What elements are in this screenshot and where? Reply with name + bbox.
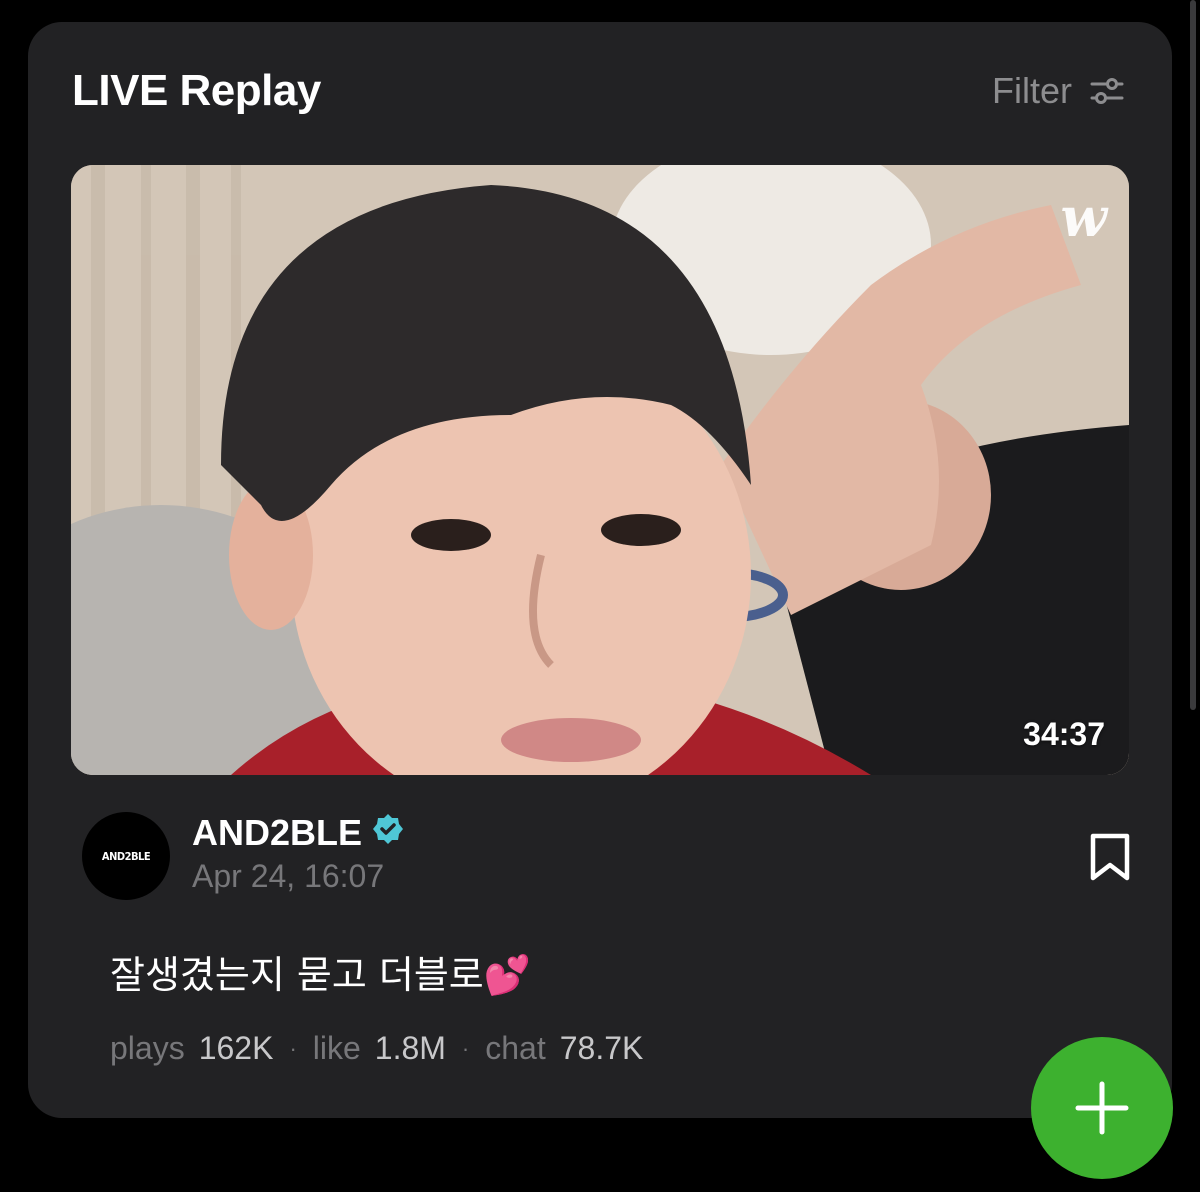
filter-button[interactable]: Filter (992, 70, 1124, 112)
chat-value: 78.7K (559, 1030, 644, 1066)
bookmark-icon (1090, 833, 1130, 881)
plus-icon (1075, 1081, 1129, 1135)
scrollbar[interactable] (1190, 0, 1196, 710)
watermark-logo: w (1060, 185, 1108, 249)
avatar-logo-text: AND2BLE (101, 849, 151, 863)
channel-avatar[interactable]: AND2BLE (82, 812, 170, 900)
video-thumbnail[interactable]: w 34:37 (71, 165, 1129, 775)
live-replay-card: LIVE Replay Filter w 34:37 AND2BLE AND2B… (28, 22, 1172, 1118)
stats-separator: · (289, 1035, 297, 1061)
thumbnail-image (71, 165, 1129, 775)
verified-badge-icon (372, 812, 404, 854)
stats-row: plays 162K · like 1.8M · chat 78.7K (110, 1030, 643, 1067)
channel-row: AND2BLE AND2BLE Apr 24, 16:07 (82, 812, 1132, 908)
post-title[interactable]: 잘생겼는지 묻고 더블로💕 (110, 944, 531, 999)
filter-label: Filter (992, 70, 1072, 111)
add-button[interactable] (1031, 1037, 1173, 1179)
like-label: like (312, 1030, 361, 1066)
channel-name-row[interactable]: AND2BLE (192, 812, 404, 854)
plays-label: plays (110, 1030, 185, 1066)
chat-label: chat (485, 1030, 546, 1066)
bookmark-button[interactable] (1088, 832, 1132, 887)
plays-value: 162K (198, 1030, 274, 1066)
post-date: Apr 24, 16:07 (192, 858, 385, 894)
like-value: 1.8M (374, 1030, 446, 1066)
stats-separator: · (461, 1035, 470, 1061)
channel-name: AND2BLE (192, 812, 363, 853)
sliders-icon (1090, 76, 1124, 106)
section-title: LIVE Replay (72, 66, 321, 115)
video-duration: 34:37 (1023, 716, 1105, 752)
